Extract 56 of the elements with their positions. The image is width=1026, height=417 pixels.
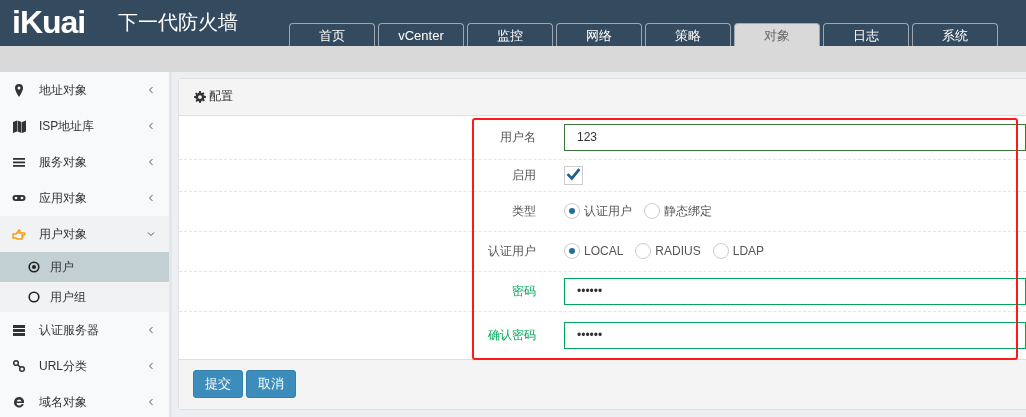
nav-tab[interactable]: vCenter [378,23,464,46]
pointing-hand-icon [12,227,26,241]
map-icon [12,119,26,133]
sidebar-item[interactable]: 地址对象 [0,72,169,108]
chevron-left-icon [147,122,155,130]
field-label: 认证用户 [487,242,536,260]
nav-tab[interactable]: 监控 [467,23,553,46]
sidebar-subitem[interactable]: 用户 [0,252,169,282]
sidebar-item[interactable]: 认证服务器 [0,312,169,348]
settings-icon [194,90,206,103]
option-label: 静态绑定 [664,202,712,220]
sidebar-item[interactable]: 服务对象 [0,144,169,180]
field-label: 用户名 [499,128,536,146]
input-field[interactable]: 123 [564,123,1026,151]
sidebar-item[interactable]: URL分类 [0,348,169,384]
nav-tab[interactable]: 网络 [556,23,642,46]
field-label: 类型 [511,202,536,220]
option-label: 认证用户 [584,202,632,220]
option-label: LOCAL [584,244,624,259]
option-label: RADIUS [655,244,701,259]
chevron-left-icon [147,86,155,94]
circle-icon [28,291,40,303]
checkbox[interactable] [564,165,583,185]
nav-tab[interactable]: 策略 [645,23,731,46]
chevron-left-icon [147,158,155,166]
field-label: 密码 [511,282,536,300]
nav-tab[interactable]: 对象 [734,23,820,46]
panel-title: 配置 [209,88,233,106]
chevron-left-icon [147,326,155,334]
product-title: 下一代防火墙 [118,10,238,35]
form-button[interactable]: 提交 [193,370,243,399]
sidebar-item[interactable]: 应用对象 [0,180,169,216]
chevron-down-icon [147,230,155,238]
chevron-left-icon [147,194,155,202]
nav-tab[interactable]: 日志 [823,23,909,46]
radio-dot-icon [28,261,40,273]
input-field[interactable]: •••••• [564,321,1026,349]
nav-tab[interactable]: 系统 [912,23,998,46]
sidebar-item[interactable]: 用户对象 [0,216,169,252]
nav-tab[interactable]: 首页 [289,23,375,46]
sidebar-item[interactable]: 域名对象 [0,384,169,417]
field-label: 启用 [511,166,536,184]
link-icon [12,359,26,373]
map-pin-icon [12,83,26,97]
server-icon [12,323,26,337]
chevron-left-icon [147,398,155,406]
chevron-left-icon [147,362,155,370]
list-icon [12,155,26,169]
letter-e-icon [12,395,26,409]
form-button[interactable]: 取消 [246,370,296,399]
sidebar-subitem[interactable]: 用户组 [0,282,169,312]
field-label: 确认密码 [487,326,536,344]
input-field[interactable]: •••••• [564,277,1026,305]
sidebar-item[interactable]: ISP地址库 [0,108,169,144]
option-label: LDAP [732,244,765,259]
logo: iKuai [12,4,86,40]
